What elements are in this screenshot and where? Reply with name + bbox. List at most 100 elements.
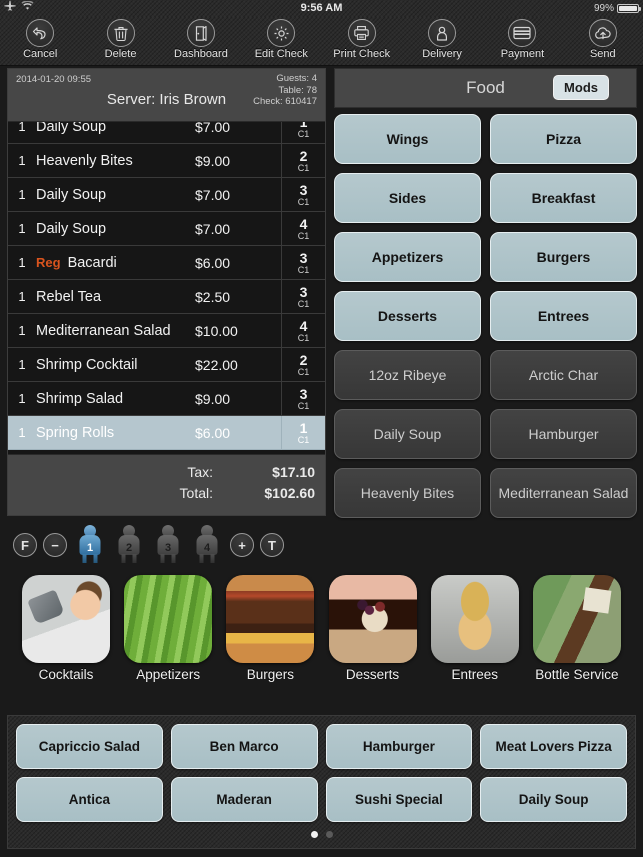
mods-button[interactable]: Mods — [553, 75, 609, 100]
fire-button[interactable]: F — [13, 533, 37, 557]
item-quantity: 1 — [18, 122, 26, 134]
guest-seat-number: 4 — [196, 535, 218, 555]
quick-item-sushi-special[interactable]: Sushi Special — [325, 777, 473, 822]
top-toolbar: Cancel Delete Dashboard Edit Check Print Che… — [0, 17, 643, 66]
item-name: Spring Rolls — [36, 424, 115, 441]
toolbar-button-print-check[interactable]: Print Check — [322, 17, 402, 65]
check-item-row[interactable]: 1 Shrimp Cocktail $22.00 2 C1 — [8, 348, 325, 382]
toolbar-button-label: Delivery — [422, 48, 462, 60]
check-item-list[interactable]: 1Daily Soup$7.001C11Heavenly Bites$9.002… — [8, 122, 325, 454]
toolbar-button-payment[interactable]: Payment — [482, 17, 562, 65]
quick-item-daily-soup[interactable]: Daily Soup — [480, 777, 627, 822]
total-line: Total: $102.60 — [8, 483, 325, 504]
check-item-row[interactable]: 1Daily Soup$7.001C1 — [8, 122, 325, 144]
category-tile-cocktails[interactable]: Cocktails — [22, 575, 110, 700]
item-name: Daily Soup — [36, 186, 107, 203]
decrement-guest-button[interactable]: − — [43, 533, 67, 557]
item-seat: 2 C1 — [281, 144, 325, 177]
toolbar-button-delete[interactable]: Delete — [80, 17, 160, 65]
transfer-button[interactable]: T — [260, 533, 284, 557]
check-item-row[interactable]: 1 Reg Bacardi $6.00 3 C1 — [8, 246, 325, 280]
seat-number: 2 — [299, 147, 308, 164]
menu-category-desserts[interactable]: Desserts — [334, 291, 481, 341]
course-code: C1 — [297, 366, 310, 377]
guest-seat-number: 3 — [157, 535, 179, 555]
menu-category-entrees[interactable]: Entrees — [490, 291, 637, 341]
check-item-row[interactable]: 1 Heavenly Bites $9.00 2 C1 — [8, 144, 325, 178]
check-item-row[interactable]: 1 Rebel Tea $2.50 3 C1 — [8, 280, 325, 314]
category-tile-entrees[interactable]: Entrees — [430, 575, 519, 700]
category-tile-label: Appetizers — [136, 667, 201, 682]
toolbar-button-edit-check[interactable]: Edit Check — [241, 17, 321, 65]
toolbar-button-label: Edit Check — [254, 48, 308, 60]
menu-item-hamburger[interactable]: Hamburger — [490, 409, 637, 459]
seat-number: 4 — [299, 317, 308, 334]
item-seat: 1C1 — [281, 416, 325, 449]
page-dot-2[interactable] — [325, 831, 333, 838]
seat-number: 4 — [299, 215, 308, 232]
check-item-row[interactable]: 1 Daily Soup $7.00 4 C1 — [8, 212, 325, 246]
quick-item-ben-marco[interactable]: Ben Marco — [170, 724, 318, 769]
status-bar-right: 99% — [593, 0, 641, 17]
category-tile-desserts[interactable]: Desserts — [328, 575, 417, 700]
item-quantity: 1 — [18, 357, 26, 372]
item-name: Shrimp Cocktail — [36, 356, 138, 373]
quick-item-antica[interactable]: Antica — [16, 777, 163, 822]
quick-item-maderan[interactable]: Maderan — [170, 777, 318, 822]
menu-item-arctic-char[interactable]: Arctic Char — [490, 350, 637, 400]
toolbar-button-dashboard[interactable]: Dashboard — [161, 17, 241, 65]
menu-category-wings[interactable]: Wings — [334, 114, 481, 164]
item-seat: 3 C1 — [281, 246, 325, 279]
menu-item-heavenly-bites[interactable]: Heavenly Bites — [334, 468, 481, 518]
guest-seat-bar: F − 1234 + T — [7, 523, 326, 567]
quick-item-hamburger[interactable]: Hamburger — [325, 724, 473, 769]
gear-icon — [267, 19, 296, 47]
menu-category-breakfast[interactable]: Breakfast — [490, 173, 637, 223]
item-quantity: 1 — [18, 289, 26, 304]
guest-seat-1[interactable]: 1 — [73, 525, 107, 565]
check-item-row[interactable]: 1 Daily Soup $7.00 3 C1 — [8, 178, 325, 212]
toolbar-button-send[interactable]: Send — [563, 17, 643, 65]
item-quantity: 1 — [18, 255, 26, 270]
guest-list: 1234 — [73, 525, 224, 565]
course-code: C1 — [297, 400, 310, 411]
menu-category-appetizers[interactable]: Appetizers — [334, 232, 481, 282]
battery-percent: 99% — [593, 3, 614, 14]
menu-item-12oz-ribeye[interactable]: 12oz Ribeye — [334, 350, 481, 400]
item-price: $9.00 — [195, 152, 231, 169]
item-price: $10.00 — [195, 322, 238, 339]
page-dot-1[interactable] — [310, 831, 318, 838]
toolbar-button-label: Dashboard — [174, 48, 228, 60]
category-tile-appetizers[interactable]: Appetizers — [124, 575, 213, 700]
menu-item-daily-soup[interactable]: Daily Soup — [334, 409, 481, 459]
category-tile-burgers[interactable]: Burgers — [226, 575, 315, 700]
seat-number: 1 — [300, 122, 308, 129]
quick-item-capriccio-salad[interactable]: Capriccio Salad — [16, 724, 163, 769]
check-item-row[interactable]: 1 Shrimp Salad $9.00 3 C1 — [8, 382, 325, 416]
quick-item-grid: Capriccio Salad Ben Marco Hamburger Meat Lo… — [16, 724, 627, 822]
tax-line: Tax: $17.10 — [8, 462, 325, 483]
item-seat: 3 C1 — [281, 382, 325, 415]
course-code: C1 — [297, 298, 310, 309]
increment-guest-button[interactable]: + — [230, 533, 254, 557]
desserts-photo — [328, 575, 417, 663]
item-seat: 1C1 — [281, 122, 325, 143]
menu-category-burgers[interactable]: Burgers — [490, 232, 637, 282]
category-tile-bottle-service[interactable]: Bottle Service — [532, 575, 621, 700]
toolbar-button-cancel[interactable]: Cancel — [0, 17, 80, 65]
guest-seat-3[interactable]: 3 — [151, 525, 185, 565]
guest-seat-4[interactable]: 4 — [190, 525, 224, 565]
guest-seat-2[interactable]: 2 — [112, 525, 146, 565]
check-item-row[interactable]: 1 Mediterranean Salad $10.00 4 C1 — [8, 314, 325, 348]
server-name: Server: Iris Brown — [106, 91, 227, 108]
course-code: C1 — [297, 434, 310, 445]
menu-category-pizza[interactable]: Pizza — [490, 114, 637, 164]
quick-item-meat-lovers-pizza[interactable]: Meat Lovers Pizza — [480, 724, 627, 769]
menu-category-sides[interactable]: Sides — [334, 173, 481, 223]
toolbar-button-delivery[interactable]: Delivery — [402, 17, 482, 65]
menu-item-mediterranean-salad[interactable]: Mediterranean Salad — [490, 468, 637, 518]
guest-legs-icon — [160, 554, 177, 563]
page-indicator — [16, 831, 627, 838]
check-item-row[interactable]: 1 Spring Rolls $6.00 1 C1 — [8, 416, 325, 450]
item-price: $7.00 — [195, 220, 231, 237]
